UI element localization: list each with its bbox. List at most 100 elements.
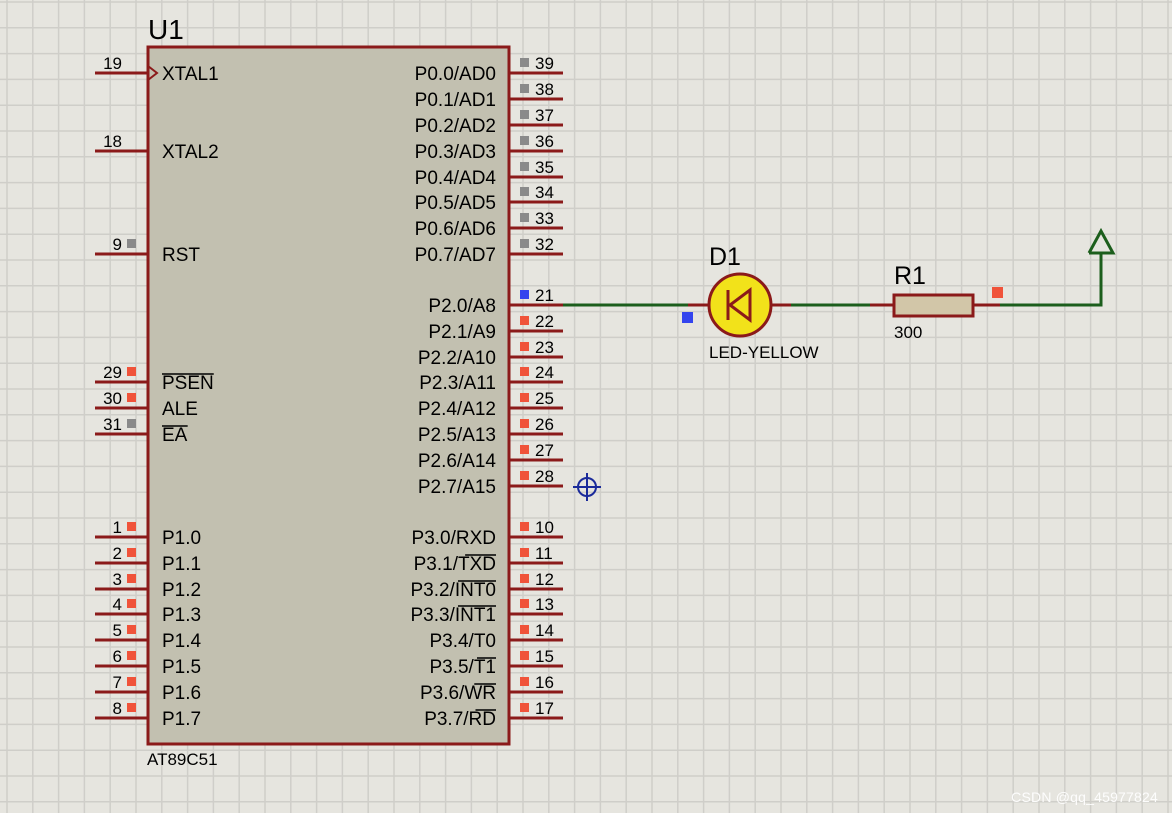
pin-number: 32	[535, 235, 554, 254]
pin-state-marker	[520, 58, 529, 67]
pin-number: 14	[535, 621, 554, 640]
pin-state-marker	[520, 162, 529, 171]
pin-label: P1.5	[162, 657, 201, 678]
pin-state-marker	[127, 239, 136, 248]
led-d1[interactable]: D1 LED-YELLOW	[682, 243, 819, 362]
resistor-ref-label: R1	[894, 262, 926, 290]
pin-number: 7	[113, 673, 122, 692]
pin-number: 15	[535, 647, 554, 666]
pin-label: P0.1/AD1	[415, 90, 496, 111]
pin-label: P0.0/AD0	[415, 64, 496, 85]
pin-state-marker	[520, 651, 529, 660]
pin-number: 26	[535, 415, 554, 434]
pin-state-marker	[127, 574, 136, 583]
led-pin-state-marker	[682, 312, 693, 323]
pin-label: XTAL1	[162, 64, 219, 85]
pin-number: 23	[535, 338, 554, 357]
resistor-body[interactable]	[892, 293, 975, 318]
pin-state-marker	[127, 599, 136, 608]
pin-state-marker	[127, 548, 136, 557]
chip-ref-label: U1	[148, 14, 184, 45]
pin-state-marker	[520, 290, 529, 299]
pin-state-marker	[520, 548, 529, 557]
pin-label: P2.6/A14	[418, 451, 497, 472]
pin-label: P0.6/AD6	[415, 219, 496, 240]
pin-state-marker	[520, 84, 529, 93]
pin-label: P3.4/T0	[429, 631, 496, 652]
pin-number: 18	[103, 132, 122, 151]
pin-label: P0.4/AD4	[415, 168, 497, 189]
wire-resistor-power[interactable]	[1000, 253, 1103, 307]
pin-number: 3	[113, 570, 122, 589]
watermark: CSDN @qq_45977824	[1011, 789, 1158, 805]
resistor-pin-state-marker	[992, 287, 1003, 298]
pin-number: 31	[103, 415, 122, 434]
pin-state-marker	[520, 316, 529, 325]
pin-state-marker	[520, 393, 529, 402]
pin-label: P1.7	[162, 709, 201, 730]
pin-number: 37	[535, 106, 554, 125]
pin-state-marker	[520, 419, 529, 428]
pin-label: P3.6/WR	[420, 683, 496, 704]
pin-number: 34	[535, 183, 554, 202]
pin-number: 24	[535, 363, 554, 382]
pin-state-marker	[520, 367, 529, 376]
pin-number: 13	[535, 595, 554, 614]
pin-label: P1.3	[162, 605, 201, 626]
pin-state-marker	[127, 522, 136, 531]
pin-number: 12	[535, 570, 554, 589]
pin-state-marker	[520, 599, 529, 608]
pin-state-marker	[520, 187, 529, 196]
pin-number: 4	[113, 595, 122, 614]
pin-label: P0.5/AD5	[415, 193, 496, 214]
led-value-label: LED-YELLOW	[709, 343, 819, 362]
pin-number: 10	[535, 518, 554, 537]
pin-label: XTAL2	[162, 142, 219, 163]
pin-label: P0.2/AD2	[415, 116, 496, 137]
pin-state-marker	[520, 136, 529, 145]
schematic-canvas[interactable]: U1 AT89C51 19XTAL118XTAL29RST29PSEN30ALE…	[0, 0, 1172, 813]
pin-number: 5	[113, 621, 122, 640]
pin-number: 30	[103, 389, 122, 408]
resistor-value-label: 300	[894, 323, 922, 342]
pin-state-marker	[520, 239, 529, 248]
pin-label: RST	[162, 245, 200, 266]
pin-label: EA	[162, 425, 188, 446]
pin-number: 35	[535, 158, 554, 177]
led-ref-label: D1	[709, 243, 741, 271]
pin-state-marker	[127, 419, 136, 428]
pin-number: 8	[113, 699, 122, 718]
pin-label: P0.3/AD3	[415, 142, 496, 163]
pin-state-marker	[520, 574, 529, 583]
pin-label: P3.3/INT1	[410, 605, 496, 626]
pin-number: 21	[535, 286, 554, 305]
pin-label: P1.0	[162, 528, 201, 549]
led-body[interactable]	[707, 272, 773, 338]
pin-number: 11	[535, 544, 553, 563]
pin-label: ALE	[162, 399, 198, 420]
pin-number: 22	[535, 312, 554, 331]
pin-label: P1.2	[162, 580, 201, 601]
pin-number: 2	[113, 544, 122, 563]
pin-number: 1	[113, 518, 122, 537]
pin-label: P2.3/A11	[419, 373, 496, 394]
pin-label: P2.5/A13	[418, 425, 496, 446]
pin-number: 9	[113, 235, 122, 254]
chip-part-label: AT89C51	[147, 750, 218, 769]
pin-label: P1.1	[162, 554, 201, 575]
pin-label: P2.7/A15	[418, 477, 496, 498]
pin-label: P2.4/A12	[418, 399, 496, 420]
pin-number: 27	[535, 441, 554, 460]
pin-state-marker	[127, 651, 136, 660]
chip-u1[interactable]: U1 AT89C51 19XTAL118XTAL29RST29PSEN30ALE…	[95, 14, 563, 769]
pin-state-marker	[127, 677, 136, 686]
pin-label: P3.0/RXD	[412, 528, 496, 549]
pin-label: P3.5/T1	[429, 657, 496, 678]
pin-label: P1.4	[162, 631, 202, 652]
pin-state-marker	[520, 445, 529, 454]
pin-state-marker	[520, 625, 529, 634]
pin-label: P3.7/RD	[424, 709, 496, 730]
pin-label: P0.7/AD7	[415, 245, 496, 266]
pin-state-marker	[127, 393, 136, 402]
pin-state-marker	[520, 110, 529, 119]
